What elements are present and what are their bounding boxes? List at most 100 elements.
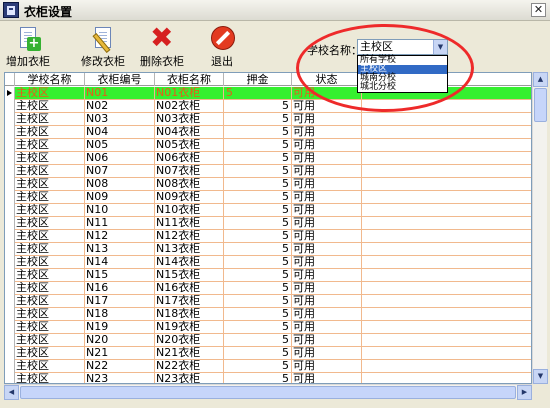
cell-locker-no[interactable]: N02 [85, 100, 155, 113]
cell-locker-no[interactable]: N23 [85, 373, 155, 383]
cell-locker-name[interactable]: N23衣柜 [155, 373, 224, 383]
cell-status[interactable]: 可用 [292, 256, 362, 269]
cell-status[interactable]: 可用 [292, 139, 362, 152]
cell-deposit[interactable]: 5 [224, 282, 292, 295]
table-row[interactable]: 主校区 N16 N16衣柜 5 可用 [5, 282, 531, 295]
cell-locker-name[interactable]: N09衣柜 [155, 191, 224, 204]
table-row[interactable]: 主校区 N09 N09衣柜 5 可用 [5, 191, 531, 204]
cell-school[interactable]: 主校区 [15, 334, 85, 347]
table-row[interactable]: 主校区 N01 N01衣柜 5 可用 [5, 87, 531, 100]
row-selector[interactable] [5, 360, 15, 373]
table-row[interactable]: 主校区 N08 N08衣柜 5 可用 [5, 178, 531, 191]
cell-deposit[interactable]: 5 [224, 295, 292, 308]
cell-status[interactable]: 可用 [292, 373, 362, 383]
cell-locker-name[interactable]: N06衣柜 [155, 152, 224, 165]
cell-locker-name[interactable]: N03衣柜 [155, 113, 224, 126]
cell-deposit[interactable]: 5 [224, 308, 292, 321]
cell-locker-name[interactable]: N05衣柜 [155, 139, 224, 152]
cell-school[interactable]: 主校区 [15, 282, 85, 295]
cell-deposit[interactable]: 5 [224, 321, 292, 334]
cell-deposit[interactable]: 5 [224, 347, 292, 360]
cell-locker-name[interactable]: N21衣柜 [155, 347, 224, 360]
cell-school[interactable]: 主校区 [15, 139, 85, 152]
cell-status[interactable]: 可用 [292, 165, 362, 178]
cell-status[interactable]: 可用 [292, 191, 362, 204]
table-row[interactable]: 主校区 N18 N18衣柜 5 可用 [5, 308, 531, 321]
table-row[interactable]: 主校区 N17 N17衣柜 5 可用 [5, 295, 531, 308]
cell-status[interactable]: 可用 [292, 295, 362, 308]
table-row[interactable]: 主校区 N15 N15衣柜 5 可用 [5, 269, 531, 282]
cell-deposit[interactable]: 5 [224, 191, 292, 204]
cell-deposit[interactable]: 5 [224, 165, 292, 178]
row-selector[interactable] [5, 308, 15, 321]
cell-locker-name[interactable]: N08衣柜 [155, 178, 224, 191]
cell-status[interactable]: 可用 [292, 321, 362, 334]
cell-locker-no[interactable]: N10 [85, 204, 155, 217]
table-row[interactable]: 主校区 N04 N04衣柜 5 可用 [5, 126, 531, 139]
cell-locker-name[interactable]: N11衣柜 [155, 217, 224, 230]
table-row[interactable]: 主校区 N11 N11衣柜 5 可用 [5, 217, 531, 230]
add-locker-button[interactable]: + 增加衣柜 [6, 26, 50, 68]
cell-status[interactable]: 可用 [292, 100, 362, 113]
cell-locker-name[interactable]: N17衣柜 [155, 295, 224, 308]
exit-button[interactable]: 退出 [207, 26, 237, 68]
cell-deposit[interactable]: 5 [224, 100, 292, 113]
cell-school[interactable]: 主校区 [15, 360, 85, 373]
cell-school[interactable]: 主校区 [15, 152, 85, 165]
cell-locker-no[interactable]: N13 [85, 243, 155, 256]
cell-locker-name[interactable]: N15衣柜 [155, 269, 224, 282]
cell-locker-no[interactable]: N18 [85, 308, 155, 321]
cell-locker-name[interactable]: N20衣柜 [155, 334, 224, 347]
cell-deposit[interactable]: 5 [224, 87, 292, 100]
cell-status[interactable]: 可用 [292, 87, 362, 100]
table-row[interactable]: 主校区 N10 N10衣柜 5 可用 [5, 204, 531, 217]
cell-status[interactable]: 可用 [292, 126, 362, 139]
horizontal-scrollbar[interactable]: ◀ ▶ [4, 384, 532, 400]
school-select[interactable]: 主校区 ▼ [357, 39, 448, 55]
table-row[interactable]: 主校区 N23 N23衣柜 5 可用 [5, 373, 531, 383]
cell-status[interactable]: 可用 [292, 360, 362, 373]
close-button[interactable]: ✕ [531, 3, 546, 17]
cell-school[interactable]: 主校区 [15, 113, 85, 126]
cell-school[interactable]: 主校区 [15, 321, 85, 334]
row-selector[interactable] [5, 347, 15, 360]
cell-locker-name[interactable]: N02衣柜 [155, 100, 224, 113]
cell-school[interactable]: 主校区 [15, 243, 85, 256]
table-row[interactable]: 主校区 N19 N19衣柜 5 可用 [5, 321, 531, 334]
horizontal-scroll-thumb[interactable] [20, 386, 516, 399]
scroll-right-icon[interactable]: ▶ [517, 385, 532, 400]
cell-status[interactable]: 可用 [292, 217, 362, 230]
column-header-locker-name[interactable]: 衣柜名称 [155, 73, 224, 86]
row-selector[interactable] [5, 178, 15, 191]
cell-status[interactable]: 可用 [292, 204, 362, 217]
row-selector[interactable] [5, 230, 15, 243]
row-selector[interactable] [5, 204, 15, 217]
cell-locker-no[interactable]: N07 [85, 165, 155, 178]
cell-status[interactable]: 可用 [292, 152, 362, 165]
cell-locker-no[interactable]: N17 [85, 295, 155, 308]
cell-school[interactable]: 主校区 [15, 165, 85, 178]
cell-locker-no[interactable]: N04 [85, 126, 155, 139]
cell-school[interactable]: 主校区 [15, 269, 85, 282]
cell-school[interactable]: 主校区 [15, 204, 85, 217]
cell-locker-name[interactable]: N13衣柜 [155, 243, 224, 256]
cell-locker-no[interactable]: N03 [85, 113, 155, 126]
cell-locker-name[interactable]: N22衣柜 [155, 360, 224, 373]
table-row[interactable]: 主校区 N02 N02衣柜 5 可用 [5, 100, 531, 113]
cell-school[interactable]: 主校区 [15, 126, 85, 139]
cell-locker-name[interactable]: N04衣柜 [155, 126, 224, 139]
column-header-locker-no[interactable]: 衣柜编号 [85, 73, 155, 86]
cell-status[interactable]: 可用 [292, 308, 362, 321]
cell-deposit[interactable]: 5 [224, 113, 292, 126]
row-selector[interactable] [5, 126, 15, 139]
table-row[interactable]: 主校区 N20 N20衣柜 5 可用 [5, 334, 531, 347]
row-selector[interactable] [5, 256, 15, 269]
cell-school[interactable]: 主校区 [15, 256, 85, 269]
row-selector[interactable] [5, 321, 15, 334]
cell-school[interactable]: 主校区 [15, 295, 85, 308]
cell-status[interactable]: 可用 [292, 334, 362, 347]
row-selector[interactable] [5, 139, 15, 152]
cell-deposit[interactable]: 5 [224, 243, 292, 256]
cell-locker-name[interactable]: N07衣柜 [155, 165, 224, 178]
cell-locker-no[interactable]: N08 [85, 178, 155, 191]
